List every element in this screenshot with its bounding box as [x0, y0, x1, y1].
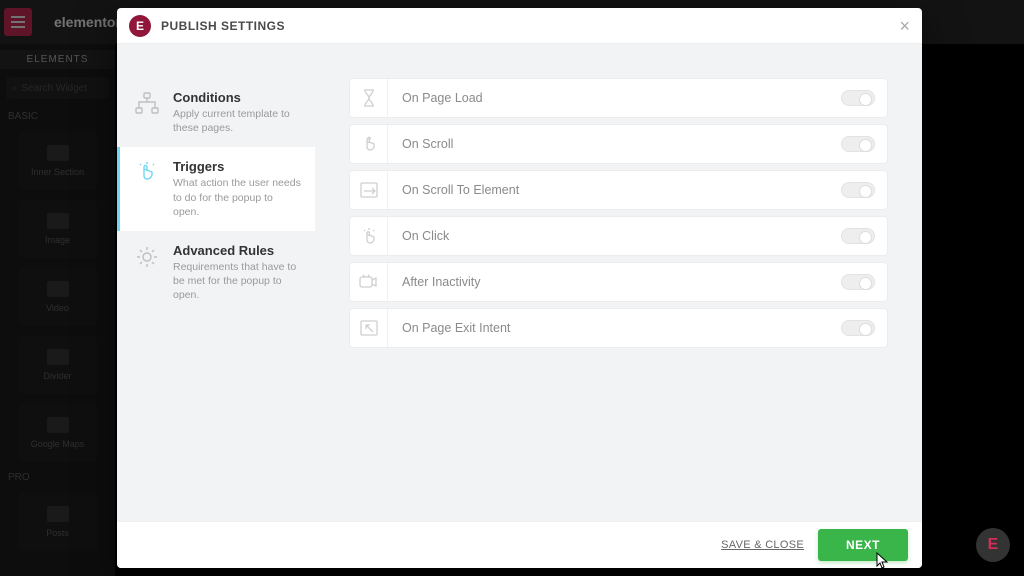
trigger-row-page-load[interactable]: On Page Load [349, 78, 888, 118]
modal-footer: SAVE & CLOSE NEXT [117, 521, 922, 568]
nav-item-advanced-rules[interactable]: Advanced Rules Requirements that have to… [117, 231, 315, 315]
trigger-label: On Click [388, 229, 841, 243]
toggle-inactivity[interactable] [841, 274, 875, 290]
toggle-page-load[interactable] [841, 90, 875, 106]
save-close-link[interactable]: SAVE & CLOSE [721, 539, 804, 551]
trigger-row-scroll[interactable]: On Scroll [349, 124, 888, 164]
nav-desc: Requirements that have to be met for the… [173, 260, 301, 303]
modal-title: PUBLISH SETTINGS [161, 19, 285, 33]
hourglass-icon [350, 79, 388, 117]
settings-nav: Conditions Apply current template to the… [117, 44, 315, 521]
toggle-scroll-element[interactable] [841, 182, 875, 198]
advanced-rules-icon [133, 243, 161, 271]
inactivity-icon [350, 263, 388, 301]
conditions-icon [133, 90, 161, 118]
elementor-fab-icon[interactable]: E [976, 528, 1010, 562]
toggle-click[interactable] [841, 228, 875, 244]
triggers-list: On Page Load On Scroll On Scroll To Elem… [315, 44, 922, 521]
next-button[interactable]: NEXT [818, 529, 908, 561]
toggle-exit-intent[interactable] [841, 320, 875, 336]
trigger-row-click[interactable]: On Click [349, 216, 888, 256]
nav-title: Triggers [173, 159, 301, 174]
toggle-scroll[interactable] [841, 136, 875, 152]
trigger-label: On Scroll To Element [388, 183, 841, 197]
trigger-label: On Scroll [388, 137, 841, 151]
nav-item-conditions[interactable]: Conditions Apply current template to the… [117, 78, 315, 147]
click-icon [350, 217, 388, 255]
elementor-logo-icon: E [129, 15, 151, 37]
close-icon[interactable]: × [899, 17, 910, 35]
trigger-row-inactivity[interactable]: After Inactivity [349, 262, 888, 302]
publish-settings-modal: E PUBLISH SETTINGS × Conditions Apply cu… [117, 8, 922, 568]
scroll-to-element-icon [350, 171, 388, 209]
scroll-hand-icon [350, 125, 388, 163]
triggers-icon [133, 159, 161, 187]
trigger-label: After Inactivity [388, 275, 841, 289]
trigger-row-exit-intent[interactable]: On Page Exit Intent [349, 308, 888, 348]
nav-desc: What action the user needs to do for the… [173, 176, 301, 219]
modal-header: E PUBLISH SETTINGS × [117, 8, 922, 44]
trigger-row-scroll-element[interactable]: On Scroll To Element [349, 170, 888, 210]
trigger-label: On Page Load [388, 91, 841, 105]
trigger-label: On Page Exit Intent [388, 321, 841, 335]
nav-title: Conditions [173, 90, 301, 105]
nav-item-triggers[interactable]: Triggers What action the user needs to d… [117, 147, 315, 231]
nav-title: Advanced Rules [173, 243, 301, 258]
exit-intent-icon [350, 309, 388, 347]
nav-desc: Apply current template to these pages. [173, 107, 301, 135]
